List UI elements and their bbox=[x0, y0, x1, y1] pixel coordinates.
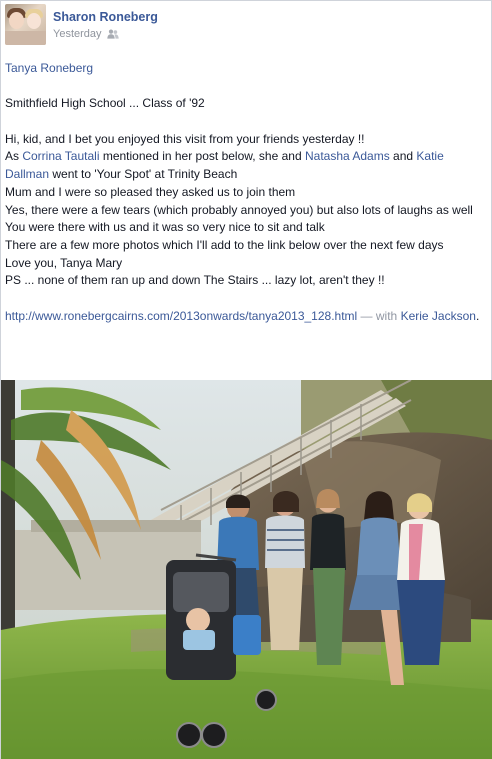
message-line-8: PS ... none of them ran up and down The … bbox=[5, 273, 385, 288]
post-card: Sharon Roneberg Yesterday Tanya Roneberg… bbox=[0, 0, 492, 759]
friend-link-natasha[interactable]: Natasha Adams bbox=[305, 149, 390, 163]
link-line: http://www.ronebergcairns.com/2013onward… bbox=[5, 308, 489, 326]
with-end: . bbox=[475, 308, 480, 323]
post-photo[interactable] bbox=[1, 380, 492, 759]
message-text: mentioned in her post below, she and bbox=[99, 149, 305, 164]
with-label: — with bbox=[357, 308, 401, 323]
message-line-1: Hi, kid, and I bet you enjoyed this visi… bbox=[5, 131, 365, 146]
with-person-link[interactable]: Kerie Jackson bbox=[401, 309, 476, 323]
post-meta: Yesterday bbox=[53, 28, 119, 40]
message-line-2: As Corrina Tautali mentioned in her post… bbox=[5, 148, 489, 183]
post-body: Tanya Roneberg Smithfield High School ..… bbox=[5, 60, 489, 326]
author-name-link[interactable]: Sharon Roneberg bbox=[53, 10, 158, 24]
message-text: went to 'Your Spot' at Trinity Beach bbox=[49, 167, 238, 182]
message-line-6: There are a few more photos which I'll a… bbox=[5, 238, 444, 252]
message-line-3: Mum and I were so pleased they asked us … bbox=[5, 184, 296, 199]
message-text: As bbox=[5, 149, 23, 164]
friend-link-corrina[interactable]: Corrina Tautali bbox=[22, 149, 99, 163]
tagged-recipient-link[interactable]: Tanya Roneberg bbox=[5, 61, 93, 75]
avatar[interactable] bbox=[5, 4, 46, 45]
message-line-5: You were there with us and it was so ver… bbox=[5, 220, 325, 235]
friends-icon[interactable] bbox=[106, 29, 119, 39]
post-header: Sharon Roneberg Yesterday bbox=[5, 4, 485, 46]
message-line-4: Yes, there were a few tears (which proba… bbox=[5, 202, 473, 217]
message-line-7: Love you, Tanya Mary bbox=[5, 255, 123, 270]
timestamp-link[interactable]: Yesterday bbox=[53, 28, 102, 40]
message-text: and bbox=[389, 149, 417, 164]
shared-url-link[interactable]: http://www.ronebergcairns.com/2013onward… bbox=[5, 309, 357, 323]
school-line: Smithfield High School ... Class of '92 bbox=[5, 96, 205, 111]
